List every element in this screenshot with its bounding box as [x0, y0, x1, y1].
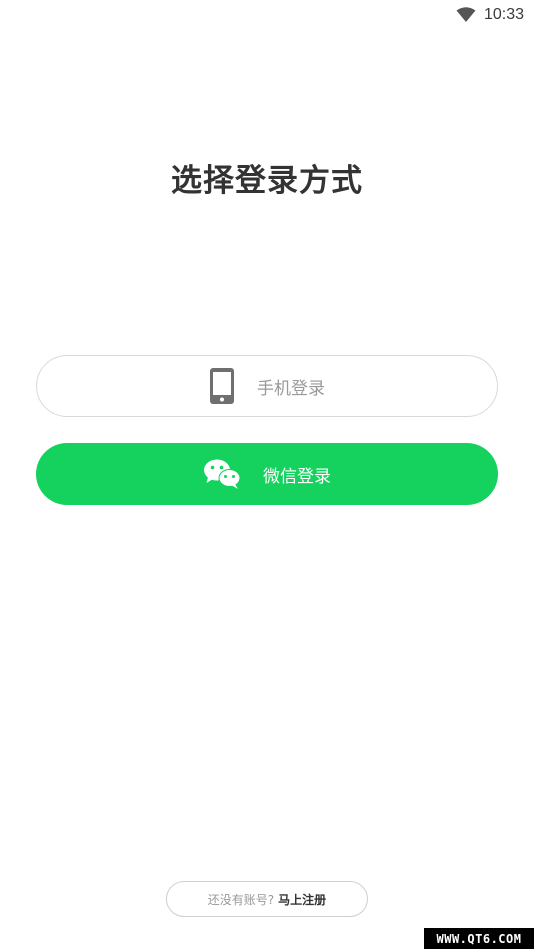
site-watermark: WWW.QT6.COM — [424, 928, 534, 949]
register-link[interactable]: 马上注册 — [278, 891, 326, 908]
smartphone-icon — [209, 368, 235, 404]
login-method-screen: 10:33 选择登录方式 手机登录 微信登录 还没有账号? 马上注册 WWW.Q… — [0, 0, 534, 949]
status-bar: 10:33 — [456, 0, 534, 30]
wechat-login-button[interactable]: 微信登录 — [36, 443, 498, 505]
register-prompt: 还没有账号? 马上注册 — [166, 881, 368, 917]
wifi-icon — [456, 7, 476, 22]
no-account-text: 还没有账号? — [207, 892, 275, 907]
wechat-login-label: 微信登录 — [263, 466, 331, 487]
wechat-icon — [203, 458, 241, 490]
phone-login-label: 手机登录 — [257, 378, 325, 399]
phone-login-button[interactable]: 手机登录 — [36, 355, 498, 417]
status-time: 10:33 — [483, 6, 524, 23]
page-title: 选择登录方式 — [171, 163, 363, 199]
